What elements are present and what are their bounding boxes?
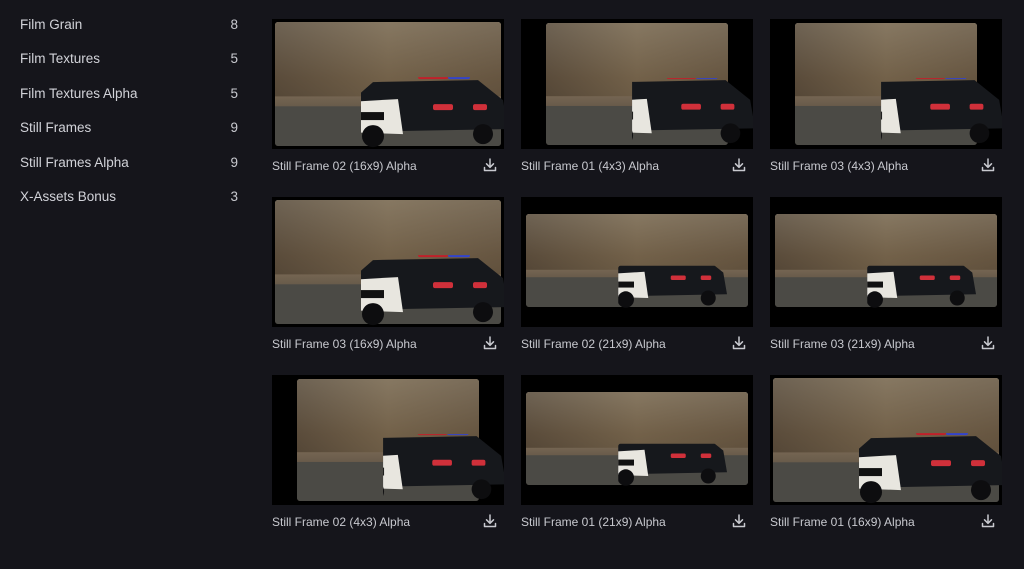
thumbnail-image [275, 200, 504, 326]
asset-thumbnail[interactable] [770, 197, 1002, 327]
sidebar-item-label: Film Textures Alpha [20, 85, 138, 101]
thumbnail-image [546, 23, 753, 147]
sidebar-item-count: 8 [230, 16, 238, 32]
sidebar-item-label: X-Assets Bonus [20, 188, 117, 204]
asset-card[interactable]: Still Frame 01 (21x9) Alpha [521, 375, 753, 537]
asset-title: Still Frame 02 (16x9) Alpha [272, 159, 417, 173]
download-icon[interactable] [731, 513, 747, 529]
asset-thumbnail[interactable] [272, 375, 504, 505]
sidebar-item-count: 3 [230, 188, 238, 204]
sidebar-item-film-grain[interactable]: Film Grain 8 [20, 12, 238, 36]
sidebar: Film Grain 8 Film Textures 5 Film Textur… [0, 0, 258, 569]
download-icon[interactable] [980, 335, 996, 351]
download-icon[interactable] [980, 157, 996, 173]
asset-title: Still Frame 03 (16x9) Alpha [272, 337, 417, 351]
asset-title: Still Frame 01 (16x9) Alpha [770, 515, 915, 529]
sidebar-item-still-frames[interactable]: Still Frames 9 [20, 115, 238, 139]
thumbnail-image [526, 214, 748, 308]
download-icon[interactable] [731, 335, 747, 351]
sidebar-item-count: 5 [230, 50, 238, 66]
asset-thumbnail[interactable] [272, 197, 504, 327]
asset-title: Still Frame 03 (21x9) Alpha [770, 337, 915, 351]
asset-card[interactable]: Still Frame 02 (21x9) Alpha [521, 197, 753, 359]
asset-thumbnail[interactable] [770, 19, 1002, 149]
sidebar-item-film-textures[interactable]: Film Textures 5 [20, 46, 238, 70]
download-icon[interactable] [482, 157, 498, 173]
sidebar-item-still-frames-alpha[interactable]: Still Frames Alpha 9 [20, 150, 238, 174]
sidebar-item-count: 5 [230, 85, 238, 101]
asset-title: Still Frame 03 (4x3) Alpha [770, 159, 909, 173]
asset-title: Still Frame 01 (4x3) Alpha [521, 159, 660, 173]
thumbnail-image [297, 379, 504, 503]
asset-thumbnail[interactable] [521, 197, 753, 327]
asset-thumbnail[interactable] [770, 375, 1002, 505]
sidebar-item-x-assets-bonus[interactable]: X-Assets Bonus 3 [20, 184, 238, 208]
asset-card[interactable]: Still Frame 03 (16x9) Alpha [272, 197, 504, 359]
sidebar-item-film-textures-alpha[interactable]: Film Textures Alpha 5 [20, 81, 238, 105]
asset-title: Still Frame 01 (21x9) Alpha [521, 515, 666, 529]
download-icon[interactable] [731, 157, 747, 173]
asset-card[interactable]: Still Frame 02 (4x3) Alpha [272, 375, 504, 537]
sidebar-item-label: Still Frames Alpha [20, 154, 129, 170]
asset-thumbnail[interactable] [521, 19, 753, 149]
thumbnail-image [526, 392, 748, 486]
download-icon[interactable] [482, 513, 498, 529]
asset-card[interactable]: Still Frame 01 (4x3) Alpha [521, 19, 753, 181]
sidebar-item-label: Still Frames [20, 119, 92, 135]
download-icon[interactable] [980, 513, 996, 529]
sidebar-item-label: Film Grain [20, 16, 83, 32]
asset-title: Still Frame 02 (21x9) Alpha [521, 337, 666, 351]
asset-thumbnail[interactable] [521, 375, 753, 505]
asset-card[interactable]: Still Frame 01 (16x9) Alpha [770, 375, 1002, 537]
thumbnail-image [795, 23, 1002, 147]
sidebar-item-label: Film Textures [20, 50, 101, 66]
thumbnail-image [775, 214, 997, 308]
asset-card[interactable]: Still Frame 03 (21x9) Alpha [770, 197, 1002, 359]
asset-thumbnail[interactable] [272, 19, 504, 149]
asset-card[interactable]: Still Frame 02 (16x9) Alpha [272, 19, 504, 181]
download-icon[interactable] [482, 335, 498, 351]
asset-title: Still Frame 02 (4x3) Alpha [272, 515, 411, 529]
thumbnail-image [773, 378, 1002, 504]
sidebar-item-count: 9 [230, 119, 238, 135]
thumbnail-image [275, 22, 504, 148]
asset-card[interactable]: Still Frame 03 (4x3) Alpha [770, 19, 1002, 181]
sidebar-item-count: 9 [230, 154, 238, 170]
